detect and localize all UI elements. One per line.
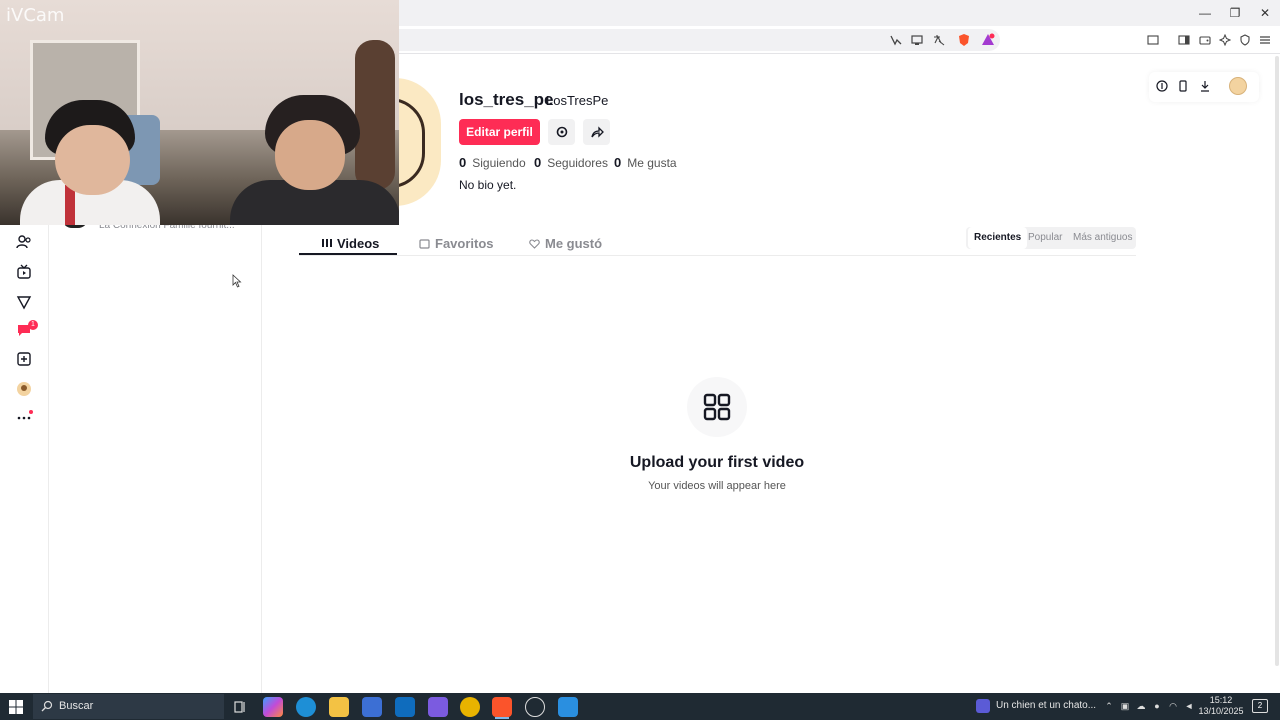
media-title[interactable]: Un chien et un chato... [996, 700, 1096, 711]
download-icon[interactable] [1198, 79, 1212, 93]
store-icon[interactable] [362, 697, 382, 717]
active-tab-indicator [299, 253, 397, 255]
profile-username: los_tres_pe [459, 90, 554, 109]
tab-videos-label: Videos [337, 235, 380, 251]
reader-mode-icon[interactable] [887, 31, 905, 49]
bookmark-icon [419, 238, 430, 249]
minimize-button[interactable]: — [1190, 0, 1220, 26]
gear-icon [556, 126, 567, 138]
heart-outline-icon [529, 238, 540, 249]
tabs-divider [299, 255, 1136, 256]
clock-app-icon[interactable] [525, 697, 545, 717]
media-player-icon[interactable] [976, 699, 990, 713]
empty-state-title: Upload your first video [629, 454, 805, 471]
upload-icon[interactable] [14, 349, 34, 369]
wifi-icon[interactable]: ◠ [1168, 701, 1178, 711]
more-icon[interactable] [14, 406, 34, 426]
likes-label: Me gusta [627, 156, 677, 170]
clock-date: 13/10/2025 [1198, 706, 1244, 716]
file-explorer-icon[interactable] [329, 697, 349, 717]
search-icon [41, 700, 53, 712]
brave-icon[interactable] [492, 697, 512, 717]
more-notification-dot [29, 410, 33, 414]
notification-center-icon[interactable]: 2 [1252, 699, 1268, 713]
following-count: 0 [459, 155, 467, 170]
webcam-overlay: iVCam [0, 0, 399, 225]
likes-stat: 0 Me gusta [614, 155, 677, 170]
app-icon[interactable] [428, 697, 448, 717]
tab-videos[interactable]: Videos [322, 231, 379, 255]
maximize-button[interactable]: ❐ [1220, 0, 1250, 26]
empty-grid-icon [687, 377, 747, 437]
system-clock[interactable]: 15:12 13/10/2025 [1196, 695, 1246, 717]
task-view-icon[interactable] [230, 697, 250, 717]
windows-start-icon[interactable] [8, 699, 24, 715]
page-scrollbar[interactable] [1275, 56, 1279, 666]
onedrive-icon[interactable]: ☁ [1136, 701, 1146, 711]
settings-button[interactable] [548, 119, 575, 145]
translate-icon[interactable] [930, 31, 948, 49]
following-label: Siguiendo [472, 156, 526, 170]
share-profile-button[interactable] [583, 119, 610, 145]
rail-divider [48, 225, 49, 693]
wallet-icon[interactable] [1196, 31, 1214, 49]
sidebar-toggle-icon[interactable] [1175, 31, 1193, 49]
mouse-cursor-icon [232, 274, 242, 288]
leo-ai-icon[interactable] [1216, 31, 1234, 49]
following-stat[interactable]: 0 Siguiendo [459, 155, 526, 170]
likes-count: 0 [614, 155, 622, 170]
vpn-shield-icon[interactable] [1236, 31, 1254, 49]
following-icon[interactable] [14, 232, 34, 252]
edge-icon[interactable] [296, 697, 316, 717]
microphone-icon[interactable]: ● [1152, 701, 1162, 711]
tab-favorites-label: Favoritos [435, 235, 494, 251]
taskbar-search[interactable]: Buscar [33, 694, 224, 719]
profile-nickname: LosTresPe [546, 93, 609, 108]
followers-label: Seguidores [547, 156, 608, 170]
tab-search-icon[interactable] [1144, 31, 1162, 49]
account-avatar[interactable] [1229, 77, 1247, 95]
tab-liked[interactable]: Me gustó [529, 231, 602, 255]
tab-liked-label: Me gustó [545, 235, 603, 251]
edit-profile-button[interactable]: Editar perfil [459, 119, 540, 145]
sort-recent[interactable]: Recientes [968, 227, 1028, 249]
screen: — ❐ ✕ e La Connexion Famille fournit... [0, 0, 1280, 720]
explore-icon[interactable] [14, 292, 34, 312]
followers-stat[interactable]: 0 Seguidores [534, 155, 608, 170]
brave-rewards-icon[interactable] [979, 31, 997, 49]
menu-icon[interactable] [1256, 31, 1274, 49]
clock-time: 15:12 [1209, 695, 1233, 705]
copilot-icon[interactable] [263, 697, 283, 717]
chevron-up-icon[interactable]: ⌃ [1104, 701, 1114, 711]
outlook-icon[interactable] [395, 697, 415, 717]
grid-icon [322, 239, 332, 247]
get-app-icon[interactable] [1176, 79, 1190, 93]
close-window-button[interactable]: ✕ [1250, 0, 1280, 26]
profile-avatar-icon[interactable] [14, 379, 34, 399]
sort-oldest[interactable]: Más antiguos [1067, 227, 1138, 249]
address-bar[interactable]: e [380, 29, 1000, 51]
chrome-icon[interactable] [460, 697, 480, 717]
profile-avatar[interactable] [395, 78, 441, 206]
tab-favorites[interactable]: Favoritos [419, 231, 494, 255]
empty-state-subtitle: Your videos will appear here [648, 480, 786, 492]
messages-badge: 1 [28, 320, 38, 330]
share-icon [590, 126, 604, 138]
sort-popular[interactable]: Popular [1022, 227, 1068, 249]
brave-shields-icon[interactable] [955, 31, 973, 49]
webcam-watermark: iVCam [6, 5, 65, 26]
live-icon[interactable] [14, 262, 34, 282]
sidebar-divider [261, 225, 262, 693]
brave-active-indicator [495, 717, 509, 719]
coins-icon[interactable] [1155, 79, 1169, 93]
profile-bio: No bio yet. [459, 178, 517, 192]
tray-app-icon[interactable]: ▣ [1120, 701, 1130, 711]
cast-icon[interactable] [908, 31, 926, 49]
volume-icon[interactable]: ◄ [1184, 701, 1194, 711]
ivcam-icon[interactable] [558, 697, 578, 717]
followers-count: 0 [534, 155, 542, 170]
